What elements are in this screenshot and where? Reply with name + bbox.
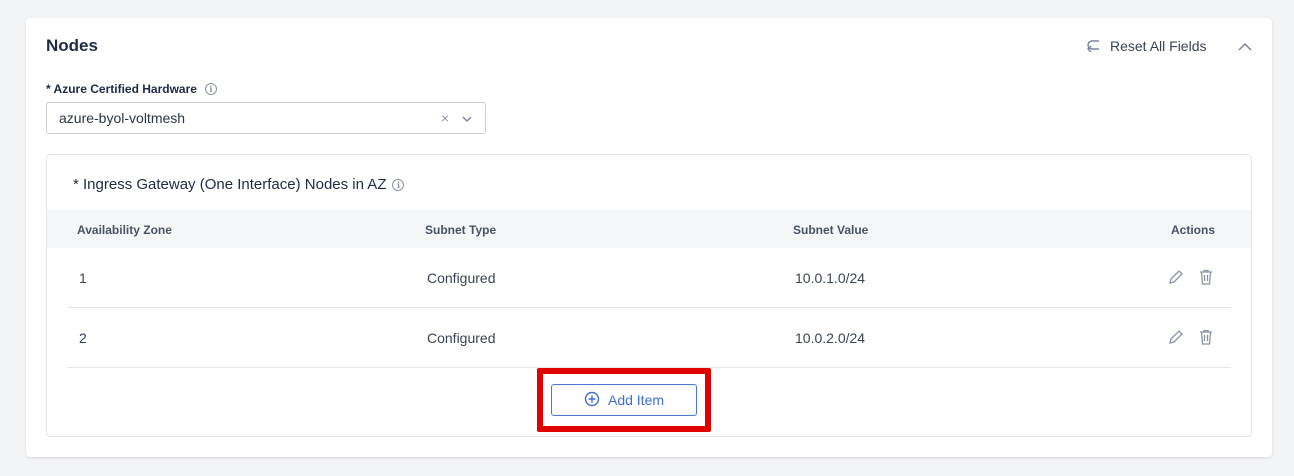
ingress-section-title: * Ingress Gateway (One Interface) Nodes … (73, 176, 405, 193)
section-title-nodes: Nodes (46, 36, 98, 55)
pencil-icon[interactable] (1167, 268, 1185, 286)
row-actions (1167, 328, 1215, 346)
column-header-subnet-type: Subnet Type (425, 223, 497, 237)
column-header-subnet-value: Subnet Value (793, 223, 869, 237)
trash-icon[interactable] (1197, 268, 1215, 286)
cell-subnet-value: 10.0.1.0/24 (795, 270, 866, 286)
cell-zone: 2 (79, 330, 87, 346)
info-icon[interactable]: i (392, 178, 405, 191)
clear-icon[interactable]: × (441, 110, 449, 126)
undo-arrow-icon (1086, 39, 1102, 53)
hardware-select-value: azure-byol-voltmesh (59, 110, 186, 126)
reset-all-fields-button[interactable]: Reset All Fields (1086, 38, 1206, 54)
hardware-field-label: * Azure Certified Hardware i (46, 82, 217, 96)
hardware-select[interactable]: azure-byol-voltmesh × (46, 102, 486, 134)
cell-subnet-type: Configured (427, 270, 496, 286)
cell-subnet-type: Configured (427, 330, 496, 346)
trash-icon[interactable] (1197, 328, 1215, 346)
add-item-button[interactable]: Add Item (551, 384, 697, 416)
pencil-icon[interactable] (1167, 328, 1185, 346)
add-item-label: Add Item (607, 392, 665, 408)
column-header-zone: Availability Zone (77, 223, 172, 237)
chevron-down-icon[interactable] (461, 112, 473, 124)
column-header-actions: Actions (1171, 223, 1216, 237)
cell-subnet-value: 10.0.2.0/24 (795, 330, 866, 346)
hardware-label-text: * Azure Certified Hardware (46, 82, 197, 96)
ingress-section-title-text: * Ingress Gateway (One Interface) Nodes … (73, 176, 387, 193)
chevron-up-icon[interactable] (1236, 38, 1254, 56)
table-row: 1 Configured 10.0.1.0/24 (67, 248, 1231, 308)
row-actions (1167, 268, 1215, 286)
reset-all-fields-label: Reset All Fields (1110, 38, 1207, 54)
highlight-box: Add Item (537, 368, 711, 432)
cell-zone: 1 (79, 270, 87, 286)
plus-circle-icon (584, 391, 600, 410)
info-icon[interactable]: i (204, 83, 217, 95)
table-header: Availability Zone Subnet Type Subnet Val… (47, 210, 1251, 248)
table-row: 2 Configured 10.0.2.0/24 (67, 308, 1231, 368)
